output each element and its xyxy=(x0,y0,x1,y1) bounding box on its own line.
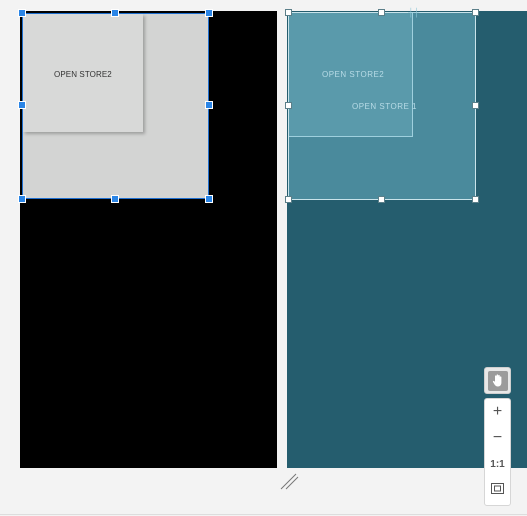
open-store2-view[interactable]: OPEN STORE2 xyxy=(23,14,143,132)
resize-handle-middle-left[interactable] xyxy=(18,101,26,109)
fit-screen-button[interactable] xyxy=(485,477,510,503)
hand-icon xyxy=(487,370,508,391)
bp-resize-handle-middle-right[interactable] xyxy=(472,102,479,109)
bp-resize-handle-middle-left[interactable] xyxy=(285,102,292,109)
selected-view-design[interactable]: OPEN STORE2 xyxy=(22,13,209,199)
bp-resize-handle-top-center[interactable] xyxy=(378,9,385,16)
actual-size-button[interactable]: 1:1 xyxy=(485,451,510,477)
resize-handle-bottom-center[interactable] xyxy=(111,195,119,203)
resize-handle-bottom-left[interactable] xyxy=(18,195,26,203)
resize-handle-bottom-right[interactable] xyxy=(205,195,213,203)
pan-toggle-button[interactable] xyxy=(484,367,511,394)
open-store1-blueprint-label: OPEN STORE 1 xyxy=(352,102,417,111)
constraint-icon: ┼┼ xyxy=(408,8,420,17)
bp-resize-handle-top-right[interactable] xyxy=(472,9,479,16)
resize-handle-top-right[interactable] xyxy=(205,9,213,17)
resize-handle-top-left[interactable] xyxy=(18,9,26,17)
bp-resize-handle-bottom-left[interactable] xyxy=(285,196,292,203)
bp-resize-handle-bottom-center[interactable] xyxy=(378,196,385,203)
panel-resize-grip[interactable] xyxy=(280,473,300,491)
bp-resize-handle-bottom-right[interactable] xyxy=(472,196,479,203)
fit-screen-icon xyxy=(491,481,504,499)
zoom-toolbar: + − 1:1 xyxy=(484,398,511,506)
zoom-out-button[interactable]: − xyxy=(485,425,510,451)
resize-handle-top-center[interactable] xyxy=(111,9,119,17)
open-store2-label: OPEN STORE2 xyxy=(54,70,112,79)
zoom-in-button[interactable]: + xyxy=(485,399,510,425)
open-store2-blueprint-label: OPEN STORE2 xyxy=(322,70,385,79)
resize-handle-middle-right[interactable] xyxy=(205,101,213,109)
bp-resize-handle-top-left[interactable] xyxy=(285,9,292,16)
status-divider xyxy=(0,514,527,515)
